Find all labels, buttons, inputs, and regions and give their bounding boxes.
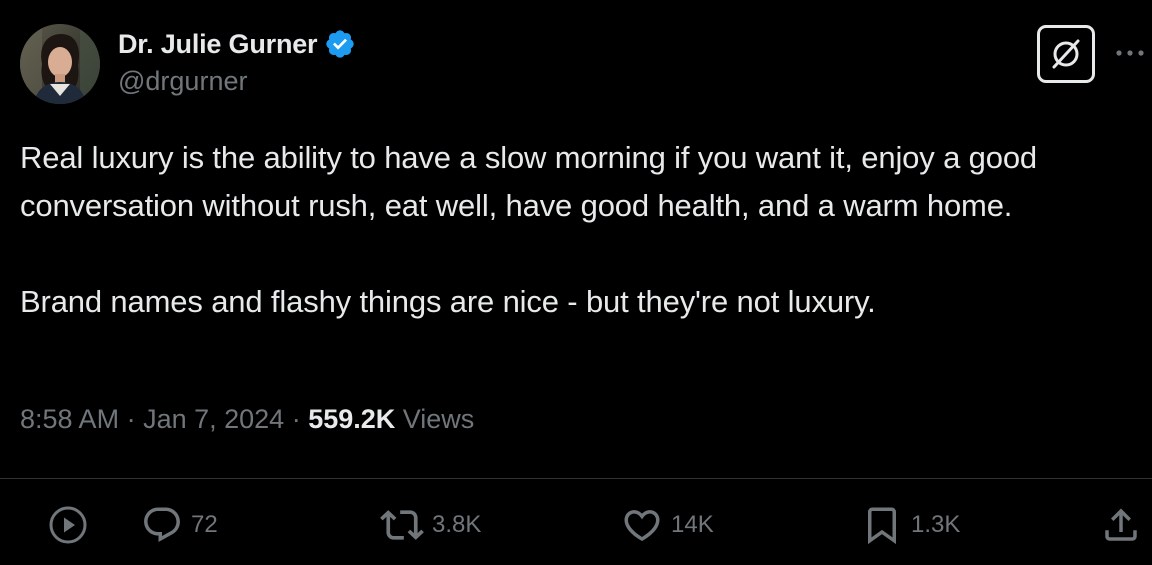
bookmark-count: 1.3K [911,511,961,538]
tweet-paragraph: Brand names and flashy things are nice -… [20,284,876,319]
tweet-meta: 8:58 AM · Jan 7, 2024 · 559.2K Views [20,404,474,435]
views-count: 559.2K [308,404,396,434]
author-info: Dr. Julie Gurner @drgurner [118,26,356,97]
meta-separator: · [284,404,309,434]
avatar[interactable] [20,24,100,104]
views-label: Views [395,404,475,434]
like-button[interactable]: 14K [621,502,714,548]
tweet-paragraph: Real luxury is the ability to have a slo… [20,140,1038,223]
bookmark-icon [868,507,896,545]
repost-count: 3.8K [432,511,482,538]
display-name-row: Dr. Julie Gurner [118,26,356,62]
tweet: Dr. Julie Gurner @drgurner Real luxury i… [0,0,1152,565]
share-button[interactable] [1100,502,1142,548]
grok-icon [1052,39,1080,69]
reply-button[interactable]: 72 [141,502,218,548]
play-button[interactable] [46,502,90,548]
more-button[interactable] [1112,38,1148,68]
like-count: 14K [671,511,714,538]
display-name[interactable]: Dr. Julie Gurner [118,29,318,60]
reply-count: 72 [191,511,218,538]
like-icon [624,510,660,542]
more-dots-icon [1116,50,1144,56]
tweet-text: Real luxury is the ability to have a slo… [20,134,1145,326]
divider [0,478,1152,479]
tweet-time[interactable]: 8:58 AM [20,404,119,434]
handle[interactable]: @drgurner [118,66,356,97]
bookmark-button[interactable]: 1.3K [861,502,960,548]
repost-icon [380,510,424,540]
repost-button[interactable]: 3.8K [380,502,481,548]
reply-icon [144,507,180,542]
play-icon [49,506,87,544]
avatar-image [20,24,100,104]
meta-separator: · [119,404,144,434]
share-icon [1105,508,1137,541]
tweet-date[interactable]: Jan 7, 2024 [143,404,284,434]
verified-badge-icon[interactable] [324,28,356,60]
grok-button[interactable] [1037,25,1095,83]
